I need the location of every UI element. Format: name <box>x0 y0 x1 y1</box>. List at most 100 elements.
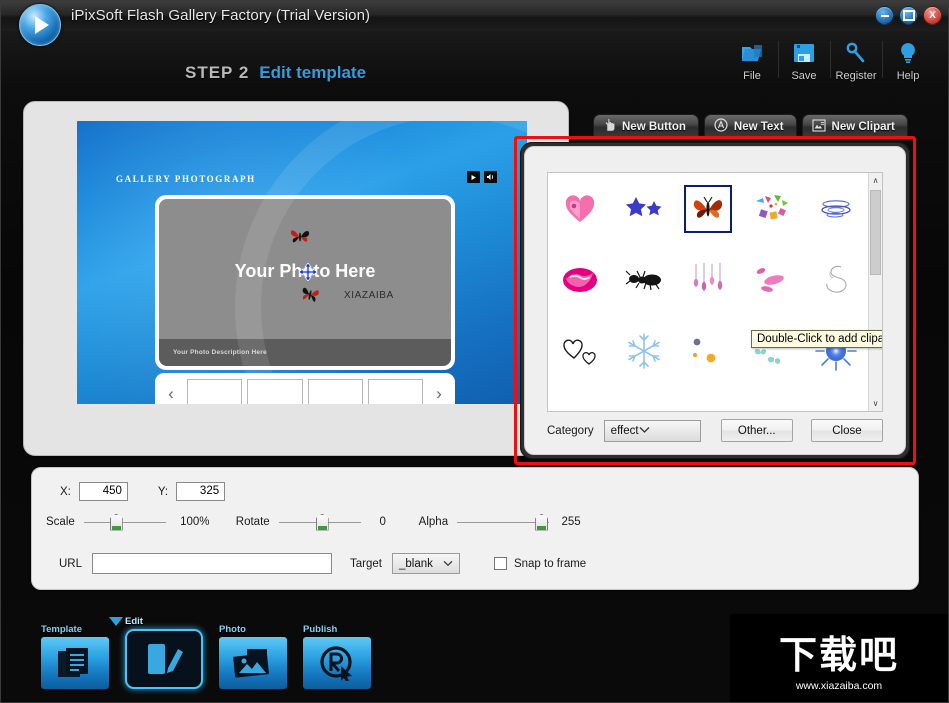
scroll-up-button[interactable]: ∧ <box>869 173 882 188</box>
clipart-dialog-footer: Category effect Other... Close <box>547 419 884 442</box>
clipart-grid <box>548 173 868 411</box>
preview-panel: GALLERY PHOTOGRAPH Your Photo Here XIAZA… <box>23 101 569 456</box>
photos-icon <box>219 637 287 689</box>
toolbar-help-button[interactable]: Help <box>882 37 934 82</box>
snap-to-frame-label: Snap to frame <box>513 557 587 570</box>
x-label: X: <box>60 485 71 498</box>
clipart-item-white-outline-swirl[interactable] <box>812 256 860 304</box>
key-icon <box>830 37 882 69</box>
move-cursor-icon <box>298 262 318 282</box>
category-value: effect <box>610 424 639 437</box>
clipart-butterfly-1[interactable] <box>289 227 311 247</box>
clipart-item-ice-crystal-cluster[interactable] <box>684 398 732 412</box>
clipart-item-red-butterfly[interactable] <box>684 184 732 233</box>
next-arrow-icon: › <box>436 384 442 403</box>
preview-player-controls <box>467 171 497 183</box>
lightbulb-icon <box>882 37 934 69</box>
template-preview-stage[interactable]: GALLERY PHOTOGRAPH Your Photo Here XIAZA… <box>77 121 527 404</box>
clipart-item-pink-petals[interactable] <box>748 256 796 304</box>
x-input[interactable]: 450 <box>78 482 128 501</box>
close-button[interactable]: X <box>923 6 942 25</box>
clipart-item-pink-hanging-flowers[interactable] <box>684 256 732 304</box>
rotate-label: Rotate <box>235 516 270 528</box>
close-icon: X <box>929 9 936 21</box>
step-nav-template[interactable]: Template <box>41 624 109 689</box>
clipart-butterfly-2[interactable] <box>297 283 323 307</box>
toolbar-help-label: Help <box>896 70 920 82</box>
thumbnail-item[interactable] <box>187 378 243 404</box>
app-logo-icon <box>19 4 61 46</box>
clipart-item-blue-oval-rings[interactable] <box>812 185 860 233</box>
registered-cursor-icon <box>303 637 371 689</box>
thumbnail-item[interactable] <box>307 378 363 404</box>
thumb-next-button[interactable]: › NEXT <box>428 385 450 402</box>
thumbnail-item[interactable] <box>247 378 303 404</box>
clipart-dialog-highlight: ∧ ∨ Double-Click to add clipart Category… <box>514 136 916 465</box>
alpha-slider[interactable] <box>457 513 550 531</box>
position-row: X: 450 Y: 325 <box>60 482 226 501</box>
thumb-prev-button[interactable]: ‹ PRE <box>160 385 182 402</box>
scrollbar-thumb[interactable] <box>870 190 881 275</box>
clipart-item-pink-sparkle-spray[interactable] <box>556 398 604 412</box>
prev-arrow-icon: ‹ <box>168 384 174 403</box>
step-nav-edit[interactable]: Edit <box>125 616 203 689</box>
minimize-button[interactable] <box>875 6 894 25</box>
other-button[interactable]: Other... <box>720 419 793 442</box>
url-label: URL <box>58 557 82 570</box>
snap-to-frame-checkbox[interactable]: Snap to frame <box>493 557 587 570</box>
scale-slider[interactable] <box>83 513 166 531</box>
scroll-down-button[interactable]: ∨ <box>869 396 882 411</box>
y-input[interactable]: 325 <box>176 482 226 501</box>
clipart-tooltip: Double-Click to add clipart <box>751 330 882 348</box>
bottom-step-nav: Template Edit Photo Publish <box>41 616 371 689</box>
text-circle-icon <box>714 118 728 135</box>
main-photo-frame: Your Photo Here XIAZAIBA <box>155 195 455 370</box>
transform-row: Scale 100% Rotate 0 Alpha 255 <box>46 513 584 531</box>
step-nav-photo[interactable]: Photo <box>219 624 287 689</box>
y-label: Y: <box>157 485 169 498</box>
tab-new-clipart-label: New Clipart <box>831 120 895 133</box>
clipart-item-pink-hearts-pair[interactable] <box>812 398 860 412</box>
photo-placeholder-area[interactable]: Your Photo Here XIAZAIBA <box>159 199 451 366</box>
clipart-item-blue-fountain[interactable] <box>620 398 668 412</box>
app-title: iPixSoft Flash Gallery Factory (Trial Ve… <box>71 7 371 24</box>
clipart-item-black-ant[interactable] <box>620 256 668 304</box>
rotate-slider[interactable] <box>278 513 361 531</box>
clipart-item-heart-outlines[interactable] <box>556 327 604 375</box>
clipart-item-confetti[interactable] <box>748 185 796 233</box>
clipart-item-blue-stars[interactable] <box>620 185 668 233</box>
clipart-item-colored-dots[interactable] <box>684 327 732 375</box>
toolbar-file-button[interactable]: File <box>726 37 778 82</box>
url-input[interactable] <box>92 553 332 574</box>
step-nav-publish[interactable]: Publish <box>303 624 371 689</box>
clipart-icon <box>811 118 826 135</box>
checkbox-box[interactable] <box>493 557 507 570</box>
maximize-button[interactable] <box>899 6 918 25</box>
toolbar-register-button[interactable]: Register <box>830 37 882 82</box>
floppy-disk-icon <box>778 37 830 69</box>
target-select[interactable]: _blank <box>391 553 460 574</box>
play-icon[interactable] <box>467 171 480 183</box>
clipart-item-pink-lips[interactable] <box>556 256 604 304</box>
sound-icon[interactable] <box>484 171 497 183</box>
clipart-scrollbar[interactable]: ∧ ∨ <box>868 173 882 411</box>
clipart-item-tiny-scatter[interactable] <box>748 398 796 412</box>
folder-icon <box>726 37 778 69</box>
step-number: STEP 2 <box>185 63 250 82</box>
step-nav-template-label: Template <box>41 624 83 635</box>
clipart-list[interactable]: ∧ ∨ Double-Click to add clipart <box>547 172 883 412</box>
clipart-item-blue-snowflake[interactable] <box>620 327 668 375</box>
chevron-down-icon <box>443 559 453 569</box>
thumbnail-item[interactable] <box>367 378 423 404</box>
close-dialog-button[interactable]: Close <box>810 419 884 442</box>
photo-description-bar: Your Photo Description Here <box>159 339 451 366</box>
toolbar-save-button[interactable]: Save <box>778 37 830 82</box>
tab-new-button-label: New Button <box>622 120 686 133</box>
category-select[interactable]: effect <box>603 419 701 442</box>
clipart-dialog: ∧ ∨ Double-Click to add clipart Category… <box>520 142 910 459</box>
gallery-title: GALLERY PHOTOGRAPH <box>116 174 256 184</box>
step-header: STEP 2 Edit template <box>185 63 366 83</box>
clipart-item-pink-heart[interactable] <box>556 185 604 233</box>
site-watermark: 下载吧 www.xiazaiba.com <box>730 614 948 702</box>
step-nav-publish-label: Publish <box>303 624 338 635</box>
